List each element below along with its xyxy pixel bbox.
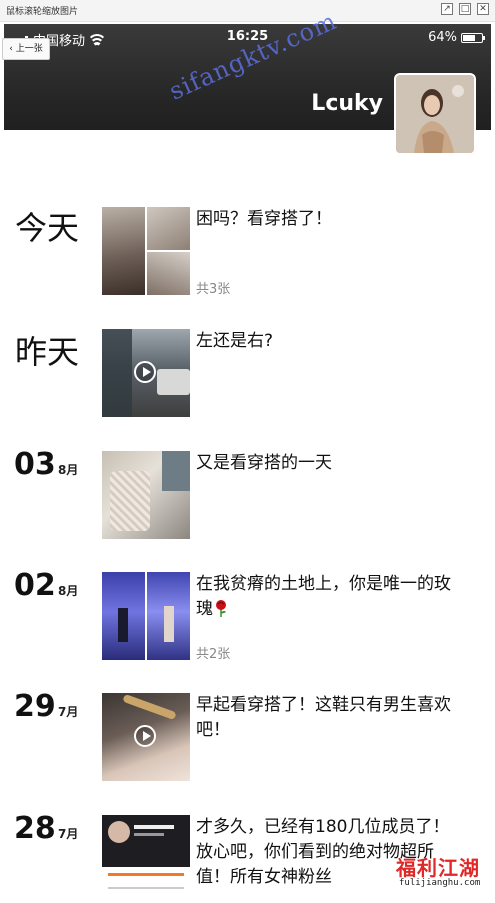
post-caption: 早起看穿搭了！这鞋只有男生喜欢吧！ <box>196 695 451 740</box>
profile-username: Lcuky <box>311 91 383 116</box>
site-logo: 福利江湖 fulijianghu.com <box>396 852 488 892</box>
previous-image-label: 上一张 <box>15 44 43 54</box>
battery-percent: 64% <box>428 30 457 45</box>
post-caption: 在我贫瘠的土地上，你是唯一的玫瑰 <box>196 572 452 622</box>
rose-icon <box>216 600 226 617</box>
post-date: 今天 <box>15 209 80 247</box>
play-icon <box>134 725 156 747</box>
post-date-day: 29 <box>14 689 56 724</box>
post-thumbnail[interactable] <box>102 451 190 539</box>
chevron-left-icon: ‹ <box>9 44 13 54</box>
post-thumbnail[interactable] <box>102 572 190 660</box>
post-date: 昨天 <box>15 333 80 371</box>
viewer-title-bar: 鼠标滚轮缩放图片 ↗ □ ✕ <box>0 0 495 22</box>
photo-count: 共2张 <box>196 647 231 662</box>
battery-icon <box>461 32 485 43</box>
post-date-month: 8月 <box>58 463 79 477</box>
post-thumbnail[interactable] <box>102 693 190 781</box>
post-thumbnail[interactable] <box>102 207 190 295</box>
previous-image-button[interactable]: ‹ 上一张 <box>2 38 50 60</box>
post-caption: 左还是右? <box>196 331 274 351</box>
avatar[interactable] <box>394 73 476 155</box>
site-logo-url: fulijianghu.com <box>399 878 481 888</box>
post-caption: 困吗？看穿搭了！ <box>196 209 332 229</box>
post-date-day: 03 <box>14 447 56 482</box>
status-time: 16:25 <box>226 29 269 44</box>
post-thumbnail[interactable] <box>102 815 190 903</box>
post-date-month: 8月 <box>58 584 79 598</box>
maximize-icon[interactable]: □ <box>459 3 471 15</box>
site-logo-title: 福利江湖 <box>396 856 480 880</box>
post-date-month: 7月 <box>58 827 79 841</box>
post-date-day: 02 <box>14 568 56 603</box>
post-date-month: 7月 <box>58 705 79 719</box>
post-caption: 又是看穿搭的一天 <box>196 453 332 473</box>
close-icon[interactable]: ✕ <box>477 3 489 15</box>
post-caption-text: 在我贫瘠的土地上，你是唯一的玫瑰 <box>196 574 451 619</box>
viewer-title: 鼠标滚轮缩放图片 <box>6 7 79 17</box>
battery-fill <box>463 34 475 41</box>
status-right: 64% <box>428 30 485 45</box>
post-date-day: 28 <box>14 811 56 846</box>
play-icon <box>134 361 156 383</box>
photo-count: 共3张 <box>196 282 231 297</box>
popout-icon[interactable]: ↗ <box>441 3 453 15</box>
post-thumbnail[interactable] <box>102 329 190 417</box>
avatar-photo <box>396 75 474 153</box>
viewer-window-controls: ↗ □ ✕ <box>441 3 489 15</box>
